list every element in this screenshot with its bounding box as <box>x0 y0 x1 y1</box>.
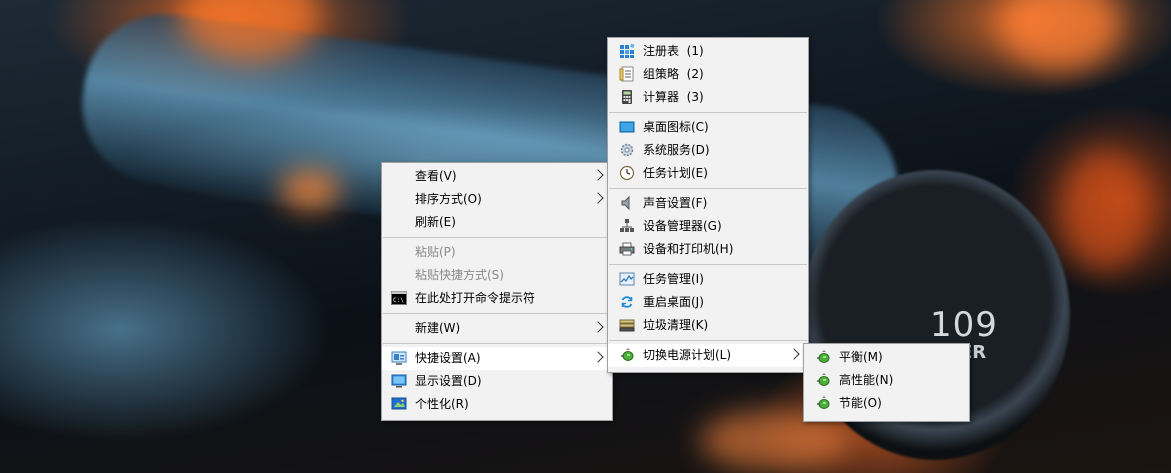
registry-icon <box>619 43 635 59</box>
menu-item-label: 查看(V) <box>415 169 457 183</box>
menu-item-open-cmd[interactable]: C:\ 在此处打开命令提示符 <box>382 287 612 310</box>
svg-text:C:\: C:\ <box>393 297 404 304</box>
menu-item-label: 任务计划(E) <box>643 166 708 180</box>
menu-item-label: 粘贴(P) <box>415 245 456 259</box>
menu-item-label: 重启桌面(J) <box>643 295 704 309</box>
device-manager-icon <box>619 218 635 234</box>
menu-item-group-policy[interactable]: 组策略 (2) <box>608 63 808 86</box>
menu-item-label: 注册表 (1) <box>643 44 704 58</box>
power-plan-icon <box>815 349 831 365</box>
menu-item-label: 垃圾清理(K) <box>643 318 709 332</box>
menu-item-paste-shortcut[interactable]: 粘贴快捷方式(S) <box>382 264 612 287</box>
menu-separator <box>609 188 807 189</box>
menu-item-label: 设备管理器(G) <box>643 219 722 233</box>
menu-item-personalize[interactable]: 个性化(R) <box>382 393 612 416</box>
refresh-icon <box>619 294 635 310</box>
task-manager-icon <box>619 271 635 287</box>
menu-item-devices-printers[interactable]: 设备和打印机(H) <box>608 238 808 261</box>
menu-item-label: 粘贴快捷方式(S) <box>415 268 504 282</box>
desktop-icon <box>619 119 635 135</box>
menu-item-label: 组策略 (2) <box>643 67 704 81</box>
menu-item-label: 节能(O) <box>839 396 882 410</box>
quick-settings-submenu: 注册表 (1) 组策略 (2) 计算器 (3) 桌面图标(C) 系统服务(D) … <box>607 37 809 373</box>
wallpaper-knob-number: 109 <box>930 305 998 345</box>
printer-icon <box>619 241 635 257</box>
menu-item-task-scheduler[interactable]: 任务计划(E) <box>608 162 808 185</box>
clock-icon <box>619 165 635 181</box>
menu-separator <box>609 264 807 265</box>
cleanup-icon <box>619 317 635 333</box>
desktop-context-menu: 查看(V) 排序方式(O) 刷新(E) 粘贴(P) 粘贴快捷方式(S) C:\ … <box>381 162 613 421</box>
menu-item-label: 刷新(E) <box>415 215 456 229</box>
menu-item-label: 设备和打印机(H) <box>643 242 734 256</box>
menu-item-balanced[interactable]: 平衡(M) <box>804 346 969 369</box>
display-icon <box>391 373 407 389</box>
calculator-icon <box>619 89 635 105</box>
power-plan-submenu: 平衡(M) 高性能(N) 节能(O) <box>803 343 970 422</box>
power-plan-icon <box>815 395 831 411</box>
menu-item-registry[interactable]: 注册表 (1) <box>608 40 808 63</box>
chevron-right-icon <box>592 192 604 204</box>
speaker-icon <box>619 195 635 211</box>
menu-separator <box>609 340 807 341</box>
menu-item-task-manager[interactable]: 任务管理(I) <box>608 268 808 291</box>
menu-item-label: 高性能(N) <box>839 373 894 387</box>
menu-item-sound-settings[interactable]: 声音设置(F) <box>608 192 808 215</box>
menu-separator <box>383 237 611 238</box>
menu-item-paste[interactable]: 粘贴(P) <box>382 241 612 264</box>
menu-separator <box>383 313 611 314</box>
chevron-right-icon <box>592 169 604 181</box>
menu-item-refresh[interactable]: 刷新(E) <box>382 211 612 234</box>
menu-item-label: 显示设置(D) <box>415 374 482 388</box>
menu-item-sort[interactable]: 排序方式(O) <box>382 188 612 211</box>
power-plan-icon <box>619 347 635 363</box>
menu-item-label: 个性化(R) <box>415 397 469 411</box>
menu-separator <box>383 343 611 344</box>
menu-item-label: 排序方式(O) <box>415 192 482 206</box>
menu-item-switch-power-plan[interactable]: 切换电源计划(L) <box>608 344 808 367</box>
menu-item-label: 快捷设置(A) <box>415 351 481 365</box>
menu-item-device-manager[interactable]: 设备管理器(G) <box>608 215 808 238</box>
menu-item-view[interactable]: 查看(V) <box>382 165 612 188</box>
menu-item-desktop-icons[interactable]: 桌面图标(C) <box>608 116 808 139</box>
personalize-icon <box>391 396 407 412</box>
chevron-right-icon <box>592 321 604 333</box>
menu-item-label: 声音设置(F) <box>643 196 708 210</box>
power-plan-icon <box>815 372 831 388</box>
menu-item-label: 计算器 (3) <box>643 90 704 104</box>
menu-separator <box>609 112 807 113</box>
menu-item-label: 任务管理(I) <box>643 272 704 286</box>
services-gear-icon <box>619 142 635 158</box>
menu-item-label: 在此处打开命令提示符 <box>415 291 536 305</box>
cmd-icon: C:\ <box>391 290 407 306</box>
menu-item-quick-settings[interactable]: 快捷设置(A) <box>382 347 612 370</box>
group-policy-icon <box>619 66 635 82</box>
quick-settings-icon <box>391 350 407 366</box>
menu-item-label: 平衡(M) <box>839 350 883 364</box>
menu-item-label: 桌面图标(C) <box>643 120 709 134</box>
menu-item-display-settings[interactable]: 显示设置(D) <box>382 370 612 393</box>
menu-item-label: 新建(W) <box>415 321 461 335</box>
menu-item-label: 系统服务(D) <box>643 143 710 157</box>
menu-item-system-services[interactable]: 系统服务(D) <box>608 139 808 162</box>
menu-item-new[interactable]: 新建(W) <box>382 317 612 340</box>
menu-item-label: 切换电源计划(L) <box>643 348 732 362</box>
menu-item-junk-cleanup[interactable]: 垃圾清理(K) <box>608 314 808 337</box>
chevron-right-icon <box>788 348 800 360</box>
menu-item-power-saver[interactable]: 节能(O) <box>804 392 969 415</box>
menu-item-high-performance[interactable]: 高性能(N) <box>804 369 969 392</box>
menu-item-restart-desktop[interactable]: 重启桌面(J) <box>608 291 808 314</box>
menu-item-calculator[interactable]: 计算器 (3) <box>608 86 808 109</box>
chevron-right-icon <box>592 351 604 363</box>
